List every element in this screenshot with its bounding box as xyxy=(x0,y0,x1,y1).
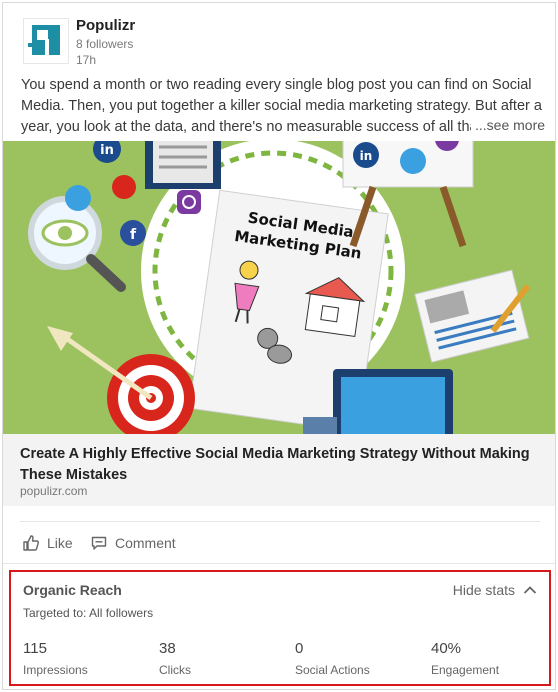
follower-count: 8 followers xyxy=(76,37,134,51)
like-label: Like xyxy=(47,535,73,551)
stat-label: Clicks xyxy=(159,663,191,677)
populizr-logo-icon xyxy=(28,25,60,55)
comment-icon xyxy=(91,536,107,550)
stat-label: Engagement xyxy=(431,663,500,677)
stats-title: Organic Reach xyxy=(23,582,122,598)
stat-value: 38 xyxy=(159,640,176,657)
stat-label: Impressions xyxy=(23,663,88,677)
stat-impressions: 115 Impressions xyxy=(23,640,88,677)
svg-text:in: in xyxy=(360,149,373,163)
comment-button[interactable]: Comment xyxy=(91,532,176,554)
svg-text:in: in xyxy=(100,143,114,158)
stat-social-actions: 0 Social Actions xyxy=(295,640,370,677)
stat-value: 115 xyxy=(23,640,47,657)
social-media-plan-illustration: Social Media Marketing Plan in f in xyxy=(3,141,555,434)
article-image[interactable]: Social Media Marketing Plan in f in xyxy=(3,141,555,434)
divider xyxy=(3,563,555,564)
svg-text:f: f xyxy=(130,227,137,243)
post-text: You spend a month or two reading every s… xyxy=(21,77,542,135)
like-button[interactable]: Like xyxy=(23,532,73,554)
stat-clicks: 38 Clicks xyxy=(159,640,191,677)
thumbs-up-icon xyxy=(23,535,39,551)
chevron-up-icon xyxy=(523,586,537,594)
stat-value: 40% xyxy=(431,640,462,657)
organic-reach-stats: Organic Reach Targeted to: All followers… xyxy=(9,570,551,686)
divider xyxy=(20,521,540,522)
hide-stats-button[interactable]: Hide stats xyxy=(453,582,537,598)
link-preview-domain: populizr.com xyxy=(20,484,88,498)
stats-targeting: Targeted to: All followers xyxy=(23,606,154,620)
link-preview-title[interactable]: Create A Highly Effective Social Media M… xyxy=(20,444,540,486)
hide-stats-label: Hide stats xyxy=(452,582,515,598)
stat-engagement: 40% Engagement xyxy=(431,640,499,677)
stat-value: 0 xyxy=(295,640,304,657)
company-logo[interactable] xyxy=(23,18,69,64)
stat-label: Social Actions xyxy=(295,663,370,677)
comment-label: Comment xyxy=(115,535,176,551)
see-more-link[interactable]: ...see more xyxy=(471,117,546,133)
feed-post-card: Populizr 8 followers 17h You spend a mon… xyxy=(2,2,556,690)
post-age: 17h xyxy=(76,53,97,67)
author-name[interactable]: Populizr xyxy=(76,17,135,34)
